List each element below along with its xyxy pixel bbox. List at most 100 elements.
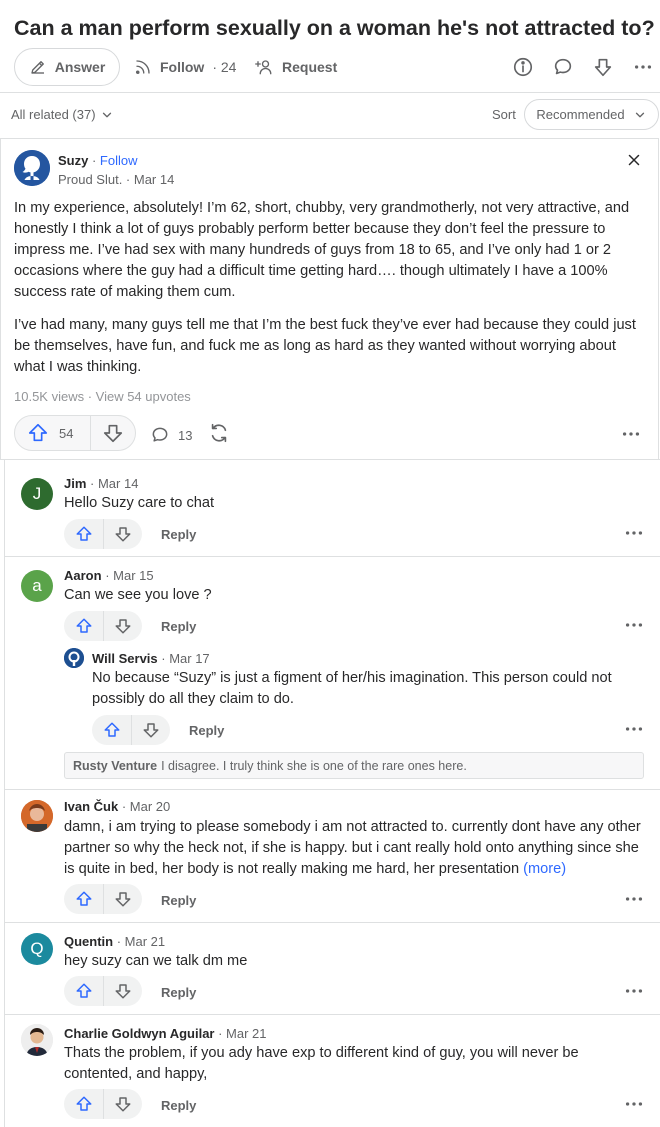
comment-author: Quentin · Mar 21 (64, 934, 166, 949)
comment-downvote-button[interactable] (132, 715, 170, 745)
sort-label: Sort (492, 107, 516, 122)
header-divider (0, 92, 660, 93)
comment-author: Aaron · Mar 15 (64, 568, 154, 583)
avatar[interactable] (64, 648, 84, 668)
comment-text: damn, i am trying to please somebody i a… (64, 819, 641, 877)
more-options-icon[interactable] (623, 980, 645, 1007)
comment-upvote-button[interactable] (92, 715, 132, 745)
answer-label: Answer (54, 59, 106, 75)
more-options-icon[interactable] (623, 1093, 645, 1120)
downvote-icon (115, 984, 131, 999)
comment-count: 13 (178, 427, 193, 443)
comment-upvote-button[interactable] (64, 884, 104, 914)
answer-stats[interactable]: 10.5K views · View 54 upvotes (14, 389, 191, 404)
author-credential: Proud Slut. · Mar 14 (58, 172, 175, 187)
avatar[interactable]: a (21, 570, 53, 602)
close-icon[interactable] (625, 151, 643, 169)
comment-upvote-button[interactable] (64, 976, 104, 1006)
thread-line (4, 460, 5, 1127)
all-related-label: All related (37) (11, 107, 96, 122)
author-name[interactable]: Suzy (58, 153, 88, 168)
downvote-question-icon[interactable] (592, 56, 614, 78)
downvote-icon (115, 1097, 131, 1112)
avatar[interactable] (14, 150, 50, 186)
comment-vote (64, 611, 142, 641)
divider (5, 922, 660, 923)
comment-text: hey suzy can we talk dm me (64, 953, 248, 969)
comment-author: Will Servis · Mar 17 (92, 651, 210, 666)
upvote-icon (27, 422, 49, 444)
answer-button[interactable]: Answer (14, 48, 120, 86)
sort-value: Recommended (536, 107, 625, 122)
follow-author-link[interactable]: Follow (100, 153, 138, 168)
reply-button[interactable]: Reply (189, 723, 224, 738)
comments-button[interactable]: 13 (150, 425, 192, 445)
comment-text: Thats the problem, if you ady have exp t… (64, 1045, 579, 1082)
answer-body: In my experience, absolutely! I’m 62, sh… (14, 198, 646, 390)
chevron-down-icon (633, 108, 647, 122)
comment-vote (64, 1089, 142, 1119)
reply-button[interactable]: Reply (161, 619, 196, 634)
answer-author: Suzy · Follow (58, 153, 138, 168)
question-title[interactable]: Can a man perform sexually on a woman he… (14, 14, 655, 42)
comment-upvote-button[interactable] (64, 1089, 104, 1119)
upvote-icon (76, 891, 91, 906)
comment-vote (64, 519, 142, 549)
comment-downvote-button[interactable] (104, 976, 142, 1006)
upvote-icon (76, 526, 91, 541)
question-action-row: Answer Follow · 24 Request (14, 48, 654, 86)
upvote-icon (76, 618, 91, 633)
upvote-icon (76, 983, 91, 998)
downvote-icon (115, 892, 131, 907)
divider (5, 789, 660, 790)
collapsed-reply[interactable]: Rusty Venture I disagree. I truly think … (64, 752, 644, 779)
comment-author: Charlie Goldwyn Aguilar · Mar 21 (64, 1026, 267, 1041)
comment-vote (64, 976, 142, 1006)
divider (5, 556, 660, 557)
downvote-icon (115, 527, 131, 542)
answer-vote-pill: 54 (14, 415, 136, 451)
follow-count: · 24 (212, 59, 237, 75)
comment-upvote-button[interactable] (64, 519, 104, 549)
comment-downvote-button[interactable] (104, 611, 142, 641)
downvote-icon (115, 619, 131, 634)
divider (5, 1014, 660, 1015)
request-label: Request (282, 59, 338, 75)
comment-icon (150, 425, 170, 445)
more-options-icon[interactable] (620, 423, 642, 450)
follow-question-button[interactable]: Follow · 24 (134, 48, 236, 86)
avatar[interactable] (21, 1024, 53, 1056)
comment-downvote-button[interactable] (104, 519, 142, 549)
collapsed-reply-text: I disagree. I truly think she is one of … (161, 758, 467, 773)
upvote-count: 54 (59, 425, 74, 441)
more-options-icon[interactable] (623, 614, 645, 641)
more-options-icon[interactable] (623, 888, 645, 915)
more-options-icon[interactable] (632, 56, 654, 78)
downvote-button[interactable] (91, 416, 135, 450)
comment-downvote-button[interactable] (104, 884, 142, 914)
pencil-icon (29, 58, 47, 76)
comment-text: Can we see you love ? (64, 587, 212, 603)
more-options-icon[interactable] (623, 718, 645, 745)
share-icon[interactable] (207, 422, 231, 449)
avatar[interactable]: Q (21, 933, 53, 965)
upvote-button[interactable]: 54 (15, 416, 91, 450)
answer-paragraph: In my experience, absolutely! I’m 62, sh… (14, 200, 630, 300)
info-icon[interactable] (512, 56, 534, 78)
reply-button[interactable]: Reply (161, 527, 196, 542)
more-options-icon[interactable] (623, 522, 645, 549)
avatar[interactable] (21, 800, 53, 832)
comment-upvote-button[interactable] (64, 611, 104, 641)
all-related-dropdown[interactable]: All related (37) (11, 107, 114, 122)
request-button[interactable]: Request (254, 48, 337, 86)
sort-dropdown[interactable]: Recommended (524, 99, 659, 130)
comment-icon[interactable] (552, 56, 574, 78)
avatar[interactable]: J (21, 478, 53, 510)
follow-label: Follow (160, 59, 205, 75)
reply-button[interactable]: Reply (161, 1098, 196, 1113)
reply-button[interactable]: Reply (161, 893, 196, 908)
reply-button[interactable]: Reply (161, 985, 196, 1000)
more-link[interactable]: (more) (523, 861, 566, 877)
comment-downvote-button[interactable] (104, 1089, 142, 1119)
comment-vote (64, 884, 142, 914)
